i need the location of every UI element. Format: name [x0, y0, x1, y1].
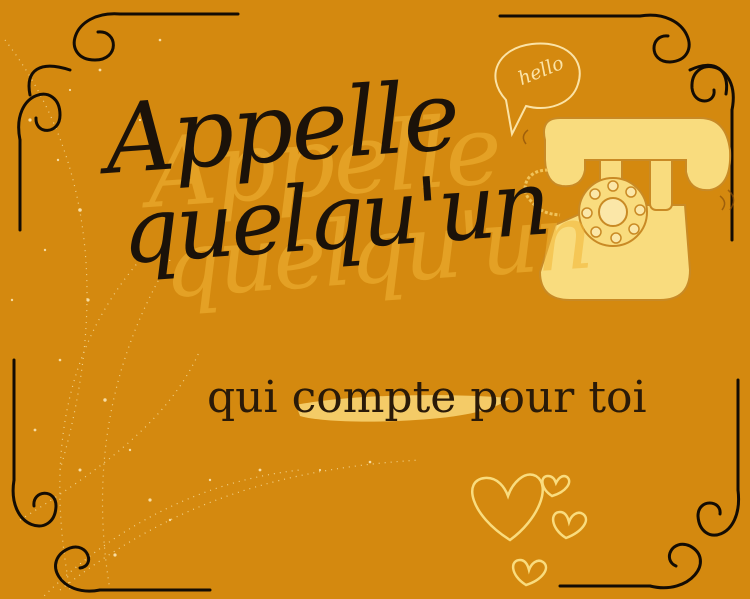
card-subtitle: qui compte pour toi — [207, 372, 647, 423]
highlight-brush — [296, 395, 510, 422]
greeting-card: hello Appelle quelqu'un Appelle quelqu'u… — [0, 0, 750, 599]
subtitle-highlight: compte — [291, 372, 457, 423]
